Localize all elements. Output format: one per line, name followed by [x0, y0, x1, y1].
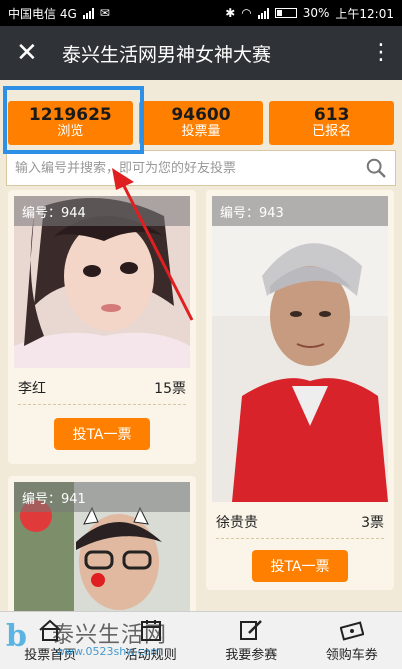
vote-button[interactable]: 投TA一票: [252, 550, 348, 582]
divider: [216, 538, 384, 539]
nav-item-ticket[interactable]: 领购车券: [302, 612, 402, 669]
contestant-number: 编号：941: [14, 482, 190, 512]
battery-percent: 30%: [302, 6, 330, 20]
nav-label: 投票首页: [24, 647, 77, 663]
contestant-info: 李红 15票: [8, 378, 196, 398]
battery-icon: [274, 8, 297, 18]
more-options-icon[interactable]: ⋮: [370, 42, 392, 64]
nav-item-home[interactable]: 投票首页: [0, 612, 101, 669]
contestant-info: 徐贵贵 3票: [206, 512, 394, 532]
stat-value: 94600: [171, 104, 231, 125]
wifi-icon: ◠: [241, 6, 252, 20]
carrier-label: 中国电信 4G: [8, 6, 77, 21]
contestant-card[interactable]: 编号：943 徐贵贵 3票 投TA一票: [206, 190, 394, 590]
vote-count: 15票: [154, 381, 186, 397]
page-title: 泰兴生活网男神女神大赛: [62, 43, 272, 66]
calendar-icon: [140, 619, 161, 641]
contestant-number: 编号：943: [212, 196, 388, 226]
stat-label: 投票量: [181, 124, 221, 140]
close-icon[interactable]: ✕: [16, 40, 48, 66]
message-icon: ✉: [99, 6, 110, 20]
divider: [18, 404, 186, 405]
contestant-card[interactable]: 编号：944 李红 15票 投TA一票: [8, 190, 196, 464]
cell-signal-icon: [257, 7, 269, 19]
edit-icon: [240, 619, 263, 640]
vote-button[interactable]: 投TA一票: [54, 418, 150, 450]
vote-count: 3票: [361, 515, 384, 531]
search-input[interactable]: [15, 160, 365, 176]
status-bar: 中国电信 4G ✉ ✱ ◠ 30% 上午12:01: [0, 0, 402, 26]
signal-icon: [82, 7, 94, 19]
search-icon[interactable]: [365, 157, 387, 179]
highlight-frame: [3, 86, 144, 154]
bluetooth-icon: ✱: [225, 6, 236, 20]
stat-label: 已报名: [312, 124, 352, 140]
contestant-photo[interactable]: 编号：944: [14, 196, 190, 368]
nav-item-rules[interactable]: 活动规则: [101, 612, 202, 669]
stat-value: 613: [313, 104, 350, 125]
clock: 上午12:01: [335, 6, 394, 21]
contestant-number: 编号：944: [14, 196, 190, 226]
nav-label: 活动规则: [124, 647, 177, 663]
ticket-icon: [339, 620, 364, 641]
nav-label: 我要参赛: [225, 647, 278, 663]
contestant-name: 李红: [18, 381, 46, 397]
contestant-name: 徐贵贵: [216, 515, 258, 531]
nav-item-join[interactable]: 我要参赛: [201, 612, 302, 669]
contestant-photo[interactable]: 编号：941: [14, 482, 190, 616]
stat-votes: 94600 投票量: [138, 101, 264, 145]
bottom-nav: 投票首页 活动规则 我要参赛 领购车券: [0, 611, 402, 669]
search-bar: [6, 150, 396, 186]
nav-label: 领购车券: [325, 647, 378, 663]
home-icon: [39, 619, 61, 641]
title-bar: ✕ 泰兴生活网男神女神大赛 ⋮: [0, 26, 402, 80]
contestant-photo[interactable]: 编号：943: [212, 196, 388, 502]
contestant-card[interactable]: 编号：941: [8, 476, 196, 616]
stat-registered: 613 已报名: [269, 101, 395, 145]
